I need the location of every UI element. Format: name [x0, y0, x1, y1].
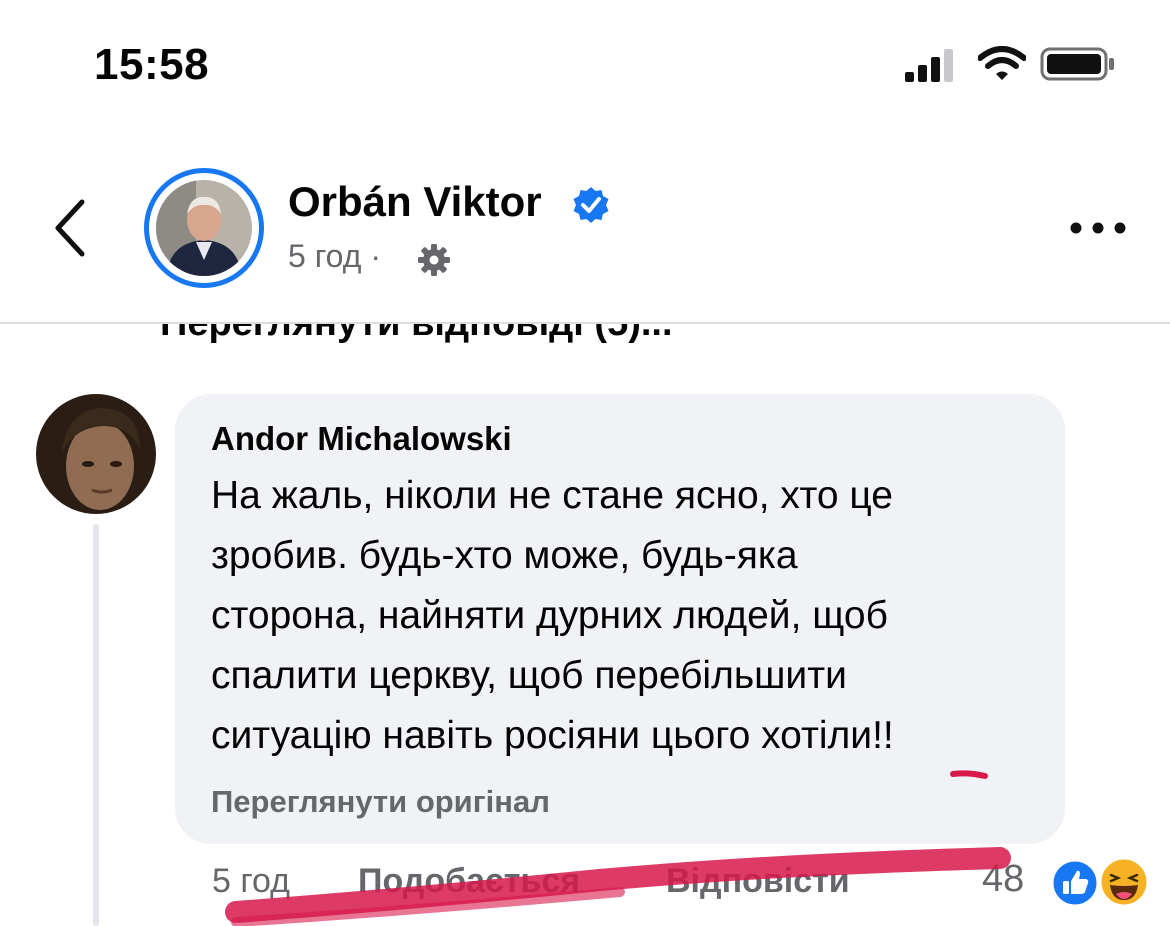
- commenter-avatar[interactable]: [36, 394, 156, 514]
- chevron-left-icon[interactable]: [48, 196, 92, 260]
- previous-replies-clip: Переглянути відповіді (5)...: [0, 324, 1170, 348]
- more-dots-icon[interactable]: [1066, 214, 1130, 242]
- comment-text-line: На жаль, ніколи не стане ясно, хто це: [211, 474, 893, 517]
- comment-time: 5 год: [212, 862, 291, 900]
- poster-name[interactable]: Orbán Viktor: [288, 178, 542, 226]
- reaction-count[interactable]: 48: [982, 858, 1024, 901]
- comment-text-line: зробив. будь-хто може, будь-яка: [211, 534, 798, 577]
- like-button[interactable]: Подобається: [358, 862, 580, 901]
- status-time: 15:58: [94, 40, 210, 89]
- comment-text-line: ситуацію навіть росіяни цього хотіли!!: [211, 714, 894, 757]
- poster-avatar[interactable]: [156, 180, 252, 276]
- reply-button[interactable]: Відповісти: [666, 862, 850, 901]
- like-reaction-icon[interactable]: [1050, 858, 1100, 908]
- comment-text-line: сторона, найняти дурних людей, щоб: [211, 594, 888, 637]
- haha-reaction-icon[interactable]: [1098, 856, 1150, 908]
- comment-author[interactable]: Andor Michalowski: [211, 420, 512, 458]
- view-original-link[interactable]: Переглянути оригінал: [211, 784, 550, 820]
- gear-icon[interactable]: [416, 242, 452, 278]
- battery-icon: [1040, 47, 1114, 81]
- wifi-icon: [978, 46, 1026, 80]
- view-replies-link[interactable]: Переглянути відповіді (5)...: [160, 324, 673, 345]
- cellular-signal-icon: [905, 49, 953, 82]
- post-time: 5 год ·: [288, 238, 381, 274]
- thread-line: [93, 524, 99, 926]
- comment-text-line: спалити церкву, щоб перебільшити: [211, 654, 847, 697]
- verified-badge-icon: [573, 187, 609, 223]
